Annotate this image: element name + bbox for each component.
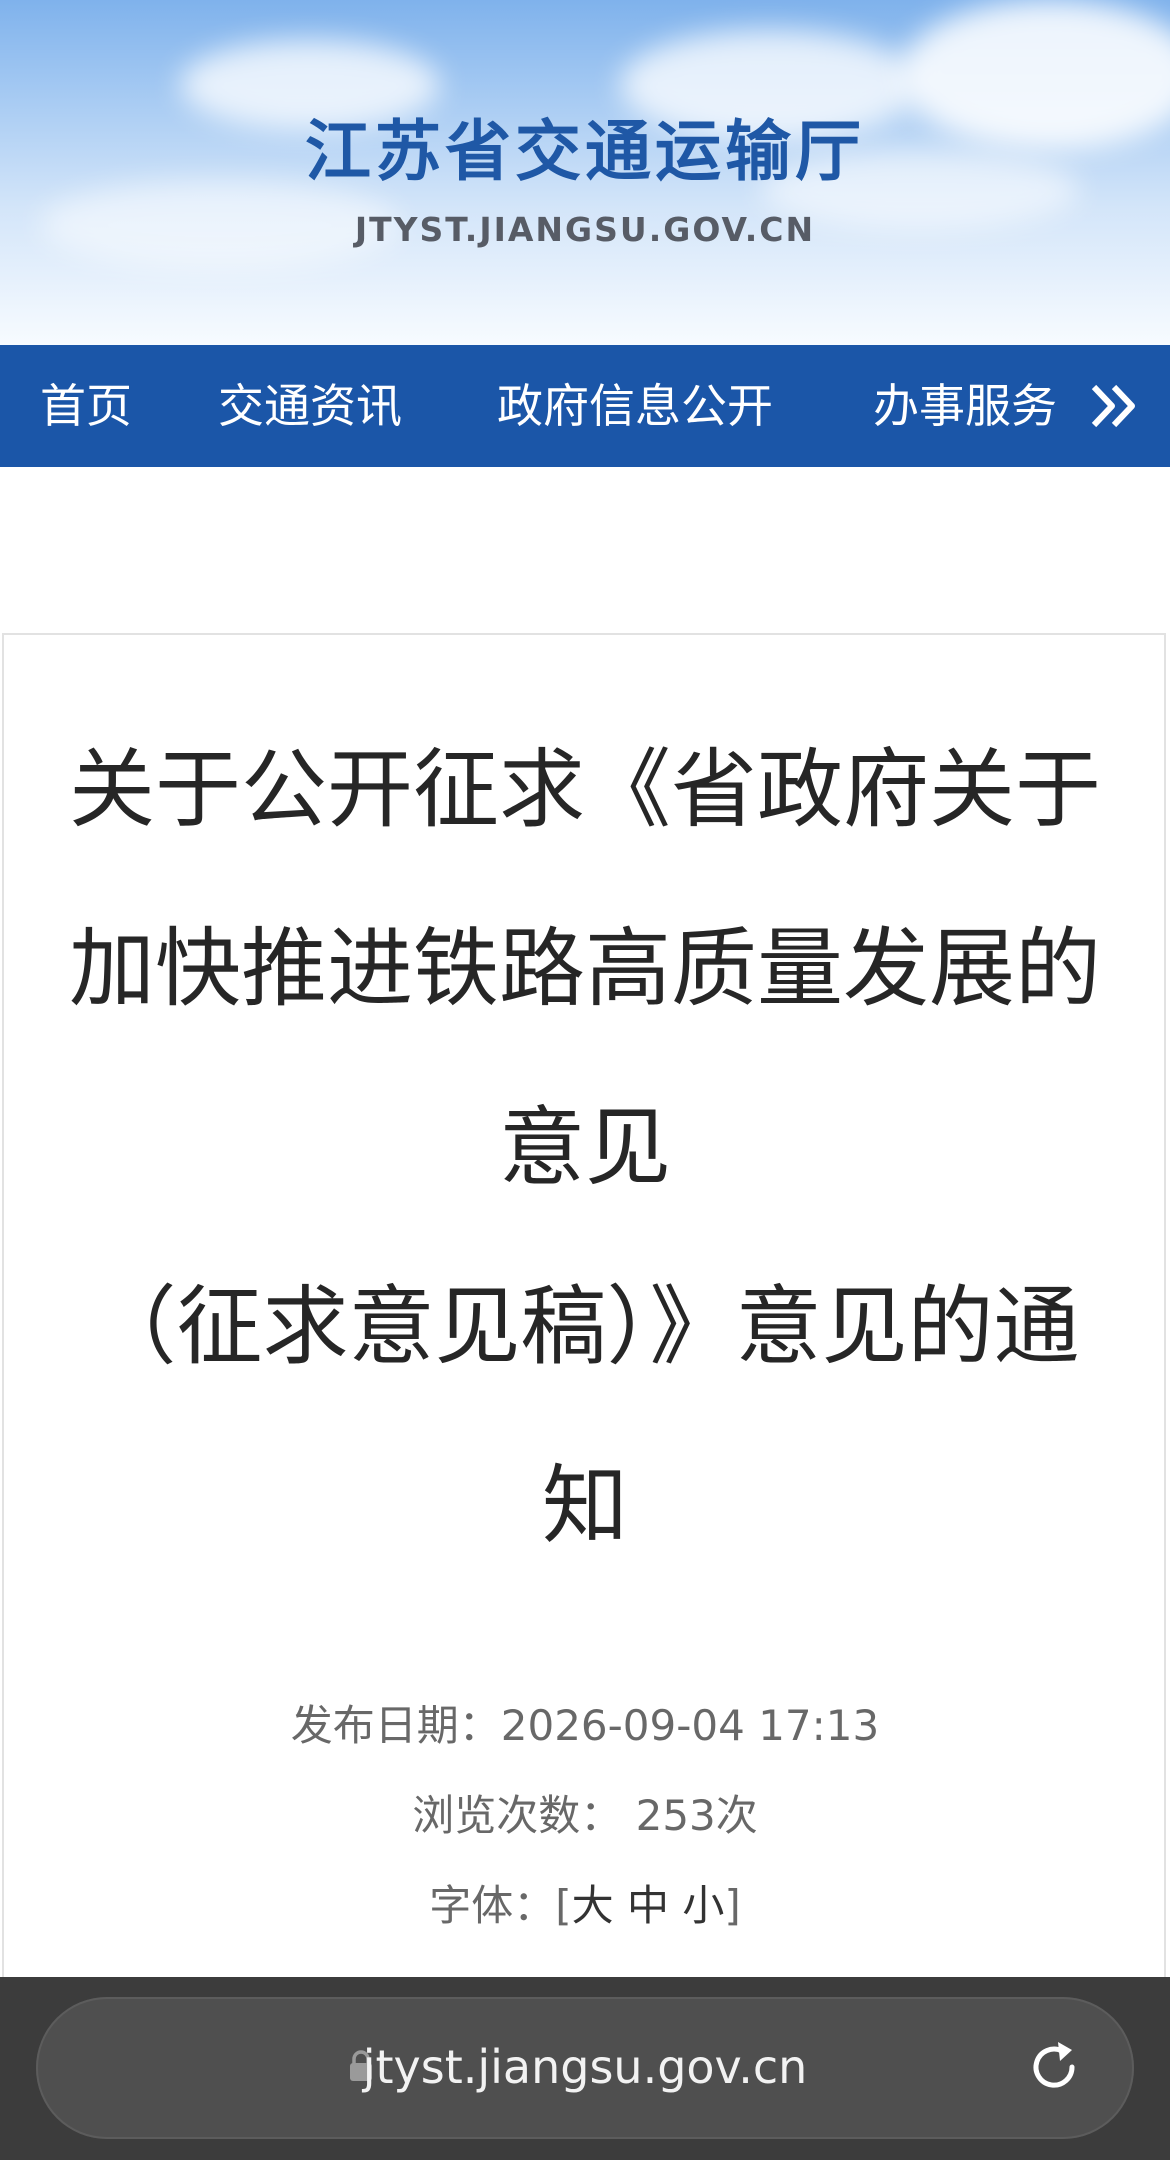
font-size-label: 字体： — [429, 1881, 556, 1930]
font-size-small-link[interactable]: 小 — [682, 1881, 724, 1930]
main-nav: 首页 交通资讯 政府信息公开 办事服务 — [0, 345, 1170, 467]
nav-item-gov-info-disclosure[interactable]: 政府信息公开 — [497, 345, 773, 467]
site-title[interactable]: 江苏省交通运输厅 — [0, 98, 1170, 194]
font-size-large-link[interactable]: 大 — [572, 1881, 614, 1930]
address-bar[interactable]: jtyst.jiangsu.gov.cn — [36, 1997, 1134, 2139]
double-chevron-right-icon[interactable] — [1090, 381, 1138, 431]
site-header: 江苏省交通运输厅 JTYST.JIANGSU.GOV.CN — [0, 0, 1170, 345]
font-size-medium-link[interactable]: 中 — [627, 1881, 669, 1930]
font-size-row: 字体：[大 中 小] — [0, 1872, 1170, 1933]
font-bracket-open: [ — [555, 1881, 572, 1930]
address-bar-url: jtyst.jiangsu.gov.cn — [362, 2040, 808, 2094]
article-title-line-3: 意见 — [499, 1098, 671, 1198]
article-title-line-1: 关于公开征求《省政府关于 — [69, 740, 1101, 840]
site-domain: JTYST.JIANGSU.GOV.CN — [354, 210, 816, 249]
publish-date-label: 发布日期： — [290, 1701, 501, 1750]
publish-date-value: 2026-09-04 17:13 — [500, 1701, 880, 1750]
view-count-value: 253次 — [635, 1791, 758, 1840]
nav-item-home[interactable]: 首页 — [40, 345, 132, 467]
nav-item-traffic-news[interactable]: 交通资讯 — [218, 345, 402, 467]
nav-item-services[interactable]: 办事服务 — [873, 345, 1057, 467]
view-count-label: 浏览次数： — [412, 1791, 623, 1840]
browser-bottom-bar: jtyst.jiangsu.gov.cn — [0, 1977, 1170, 2160]
view-count-row: 浏览次数： 253次 — [0, 1782, 1170, 1843]
article-title-line-4: （征求意见稿）》意见的通 — [90, 1277, 1080, 1377]
publish-date-row: 发布日期：2026-09-04 17:13 — [0, 1692, 1170, 1753]
reload-icon[interactable] — [1024, 2037, 1084, 2097]
article-title-line-5: 知 — [542, 1456, 628, 1556]
font-bracket-close: ] — [724, 1881, 741, 1930]
article-title-line-2: 加快推进铁路高质量发展的 — [69, 919, 1101, 1019]
